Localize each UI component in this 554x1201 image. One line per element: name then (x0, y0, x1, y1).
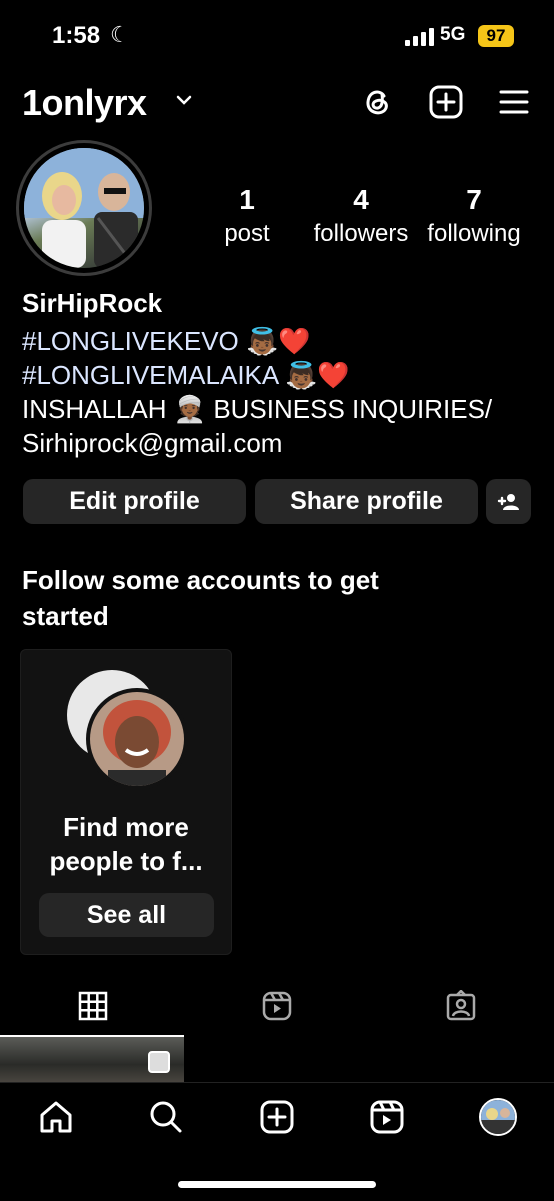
bio-text: INSHALLAH 👳🏾 BUSINESS INQUIRIES/ (22, 394, 493, 424)
share-profile-button[interactable]: Share profile (255, 479, 478, 524)
status-time: 1:58 (52, 22, 101, 49)
home-icon[interactable] (38, 1099, 74, 1135)
post-thumbnail[interactable] (0, 1037, 184, 1083)
suggested-avatar-front (90, 692, 184, 786)
stat-followers-count: 4 (353, 184, 369, 215)
signal-icon (405, 28, 434, 46)
avatar[interactable] (24, 148, 144, 268)
home-indicator (178, 1181, 376, 1188)
stat-followers-label: followers (313, 220, 409, 247)
grid-icon[interactable] (77, 990, 109, 1022)
create-post-icon[interactable] (426, 82, 466, 122)
bio-email[interactable]: Sirhiprock@gmail.com (22, 426, 492, 460)
threads-icon[interactable] (357, 82, 397, 122)
stat-following-label: following (427, 220, 521, 247)
stat-followers[interactable]: 4 followers (306, 182, 416, 250)
create-icon[interactable] (259, 1099, 295, 1135)
add-person-icon (497, 493, 519, 510)
stat-following[interactable]: 7 following (420, 182, 528, 250)
profile-nav-photo (481, 1100, 515, 1134)
profile-username[interactable]: 1onlyrx (22, 82, 147, 124)
carousel-icon (148, 1051, 170, 1073)
find-more-text: Find more people to f... (49, 812, 203, 876)
stat-posts-label: post (224, 220, 270, 247)
chevron-down-icon[interactable] (176, 94, 192, 106)
reels-nav-icon[interactable] (369, 1099, 405, 1135)
tagged-icon[interactable] (445, 990, 477, 1022)
moon-icon: ☾ (110, 22, 130, 47)
search-icon[interactable] (148, 1099, 184, 1135)
bio-hashtag-kevo[interactable]: #LONGLIVEKEVO 👼🏾❤️ (22, 324, 492, 358)
bio: #LONGLIVEKEVO 👼🏾❤️ #LONGLIVEMALAIKA 👼🏾❤️… (22, 324, 492, 460)
bio-hashtag-malaika[interactable]: #LONGLIVEMALAIKA 👼🏾❤️ (22, 358, 492, 392)
battery-indicator: 97 (478, 25, 514, 47)
avatar-photo (24, 148, 144, 268)
menu-icon[interactable] (494, 82, 534, 122)
suggested-avatar-photo (90, 692, 184, 786)
stat-posts-count: 1 (239, 184, 255, 215)
edit-profile-button[interactable]: Edit profile (23, 479, 246, 524)
suggestions-title: Follow some accounts to get started (22, 565, 379, 631)
display-name: SirHipRock (22, 288, 163, 318)
see-all-button[interactable]: See all (39, 893, 214, 937)
stat-posts[interactable]: 1 post (212, 182, 282, 250)
profile-nav-avatar[interactable] (479, 1098, 517, 1136)
stat-following-count: 7 (466, 184, 482, 215)
discover-people-button[interactable] (486, 479, 531, 524)
network-label: 5G (440, 24, 466, 45)
reels-icon[interactable] (261, 990, 293, 1022)
